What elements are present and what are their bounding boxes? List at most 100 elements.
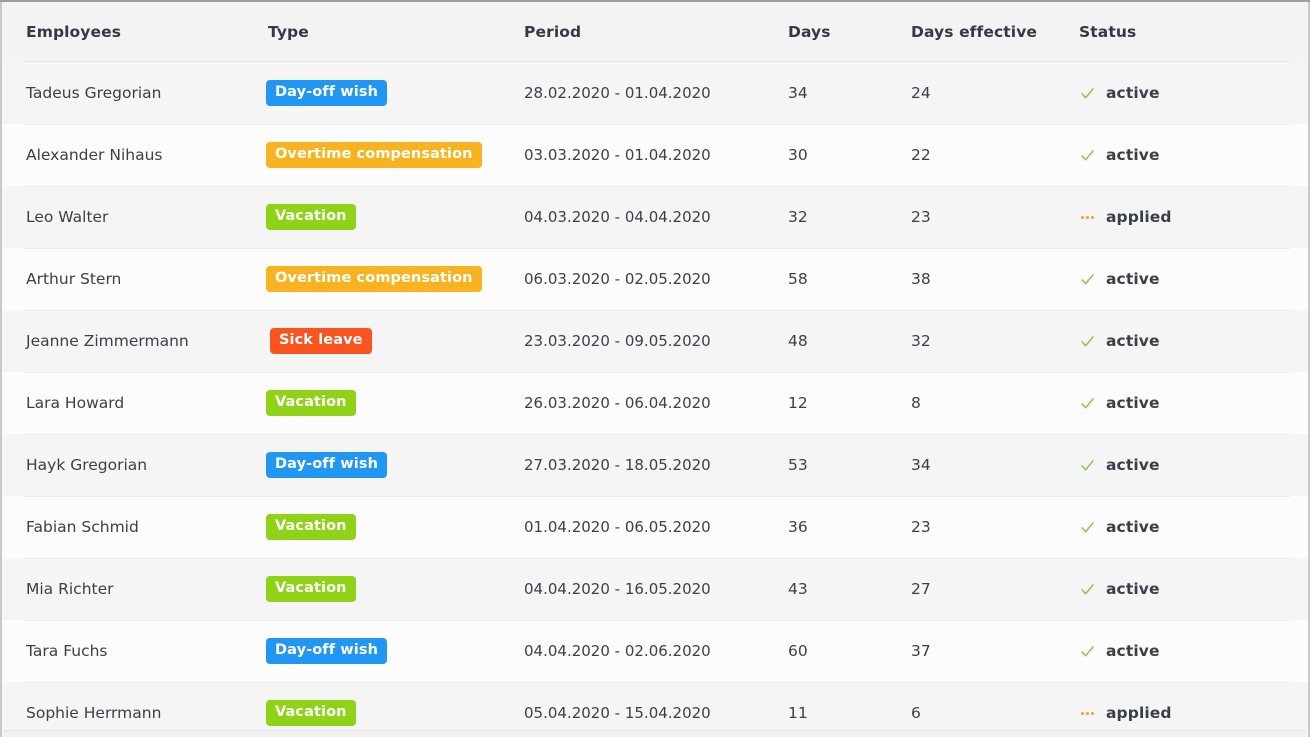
cell-employee: Alexander Nihaus [2,124,1290,186]
column-header-type[interactable]: Type [264,2,522,62]
table-row[interactable]: Tadeus Gregorian Day-off wish 28.02.2020 -… [2,62,1308,124]
table-header-row: Employees Type Period Days Days effectiv… [2,2,1308,62]
cell-days-effective: 32 [909,310,1079,372]
period-range: 04.04.2020 - 16.05.2020 [524,580,711,598]
period-range: 23.03.2020 - 09.05.2020 [524,332,711,350]
cell-status: active [1079,248,1308,310]
column-header-days[interactable]: Days [784,2,909,62]
status-label: active [1106,394,1160,412]
table-row[interactable]: Jeanne Zimmermann Sick leave 23.03.2020 - … [2,310,1308,372]
cell-days: 11 [784,682,909,737]
check-icon [1079,147,1096,164]
type-badge[interactable]: Overtime compensation [266,266,482,292]
cell-days-effective: 38 [909,248,1079,310]
column-header-status[interactable]: Status [1079,2,1308,62]
table-row[interactable]: Fabian Schmid Vacation 01.04.2020 - 06.05.… [2,496,1308,558]
table-row[interactable]: Arthur Stern Overtime compensation 06.03.2… [2,248,1308,310]
employee-name: Jeanne Zimmermann [26,332,189,350]
table-row[interactable]: Lara Howard Vacation 26.03.2020 - 06.04.20… [2,372,1308,434]
employee-name: Leo Walter [26,208,109,226]
type-badge[interactable]: Vacation [266,204,356,230]
cell-period: 05.04.2020 - 15.04.2020 [522,682,784,737]
status-badge: applied [1079,704,1308,722]
table-body: Tadeus Gregorian Day-off wish 28.02.2020 -… [2,62,1308,737]
status-label: applied [1106,704,1172,722]
cell-type: Vacation [264,496,522,558]
table-row[interactable]: Sophie Herrmann Vacation 05.04.2020 - 15.0… [2,682,1308,737]
days-value: 34 [788,84,808,102]
type-badge[interactable]: Sick leave [270,328,372,354]
type-badge[interactable]: Day-off wish [266,452,387,478]
cell-days-effective: 27 [909,558,1079,620]
type-badge[interactable]: Day-off wish [266,80,387,106]
days-value: 36 [788,518,808,536]
period-range: 04.03.2020 - 04.04.2020 [524,208,711,226]
cell-days: 32 [784,186,909,248]
leave-requests-table: Employees Type Period Days Days effectiv… [2,2,1308,737]
cell-employee: Tadeus Gregorian [2,62,264,124]
type-badge[interactable]: Vacation [266,700,356,726]
period-range: 28.02.2020 - 01.04.2020 [524,84,711,102]
days-effective-value: 37 [911,642,931,660]
period-range: 06.03.2020 - 02.05.2020 [524,270,711,288]
employee-name: Tara Fuchs [26,642,108,660]
cell-days-effective: 23 [909,186,1079,248]
status-label: active [1106,270,1160,288]
type-badge[interactable]: Vacation [266,390,356,416]
column-header-employees[interactable]: Employees [2,2,264,62]
ellipsis-icon [1079,209,1096,226]
cell-days: 34 [784,62,909,124]
cell-period: 01.04.2020 - 06.05.2020 [522,496,784,558]
status-label: active [1106,146,1160,164]
check-icon [1079,643,1096,660]
cell-days-effective: 37 [909,620,1079,682]
cell-period: 27.03.2020 - 18.05.2020 [522,434,784,496]
status-badge: applied [1079,208,1308,226]
table-row[interactable]: Mia Richter Vacation 04.04.2020 - 16.05.20… [2,558,1308,620]
cell-days-effective: 22 [909,124,1079,186]
check-icon [1079,581,1096,598]
column-header-status-label: Status [1079,23,1137,41]
days-value: 60 [788,642,808,660]
type-badge[interactable]: Vacation [266,514,356,540]
cell-status: active [1079,310,1308,372]
table-bottom-edge [4,730,1306,737]
type-badge[interactable]: Day-off wish [266,638,387,664]
column-header-days-effective[interactable]: Days effective [909,2,1079,62]
cell-type: Overtime compensation [264,124,522,186]
cell-status: active [1079,434,1308,496]
status-label: applied [1106,208,1172,226]
cell-status: applied [1079,186,1308,248]
employee-name: Arthur Stern [26,270,122,288]
cell-status: active [1079,496,1308,558]
table-row[interactable]: Alexander Nihaus Overtime compensation 03.… [2,124,1308,186]
employee-name: Hayk Gregorian [26,456,148,474]
type-badge[interactable]: Overtime compensation [266,142,482,168]
column-header-period[interactable]: Period [522,2,784,62]
cell-type: Overtime compensation [264,248,522,310]
employee-name: Mia Richter [26,580,114,598]
table-row[interactable]: Hayk Gregorian Day-off wish 27.03.2020 - 1… [2,434,1308,496]
cell-type: Vacation [264,558,522,620]
type-badge[interactable]: Vacation [266,576,356,602]
cell-type: Day-off wish [264,62,522,124]
period-range: 05.04.2020 - 15.04.2020 [524,704,711,722]
column-header-type-label: Type [268,23,309,41]
check-icon [1079,85,1096,102]
column-header-days-label: Days [788,23,831,41]
table-row[interactable]: Tara Fuchs Day-off wish 04.04.2020 - 02.06… [2,620,1308,682]
employee-name: Fabian Schmid [26,518,139,536]
status-badge: active [1079,332,1308,350]
days-value: 30 [788,146,808,164]
cell-days-effective: 8 [909,372,1079,434]
table-row[interactable]: Leo Walter Vacation 04.03.2020 - 04.04.202… [2,186,1308,248]
column-header-period-label: Period [524,23,582,41]
leave-requests-table-card: Employees Type Period Days Days effectiv… [0,2,1310,737]
days-value: 11 [788,704,808,722]
status-label: active [1106,580,1160,598]
status-label: active [1106,456,1160,474]
cell-days: 60 [784,620,909,682]
status-badge: active [1079,518,1308,536]
cell-days: 48 [784,310,909,372]
check-icon [1079,333,1096,350]
